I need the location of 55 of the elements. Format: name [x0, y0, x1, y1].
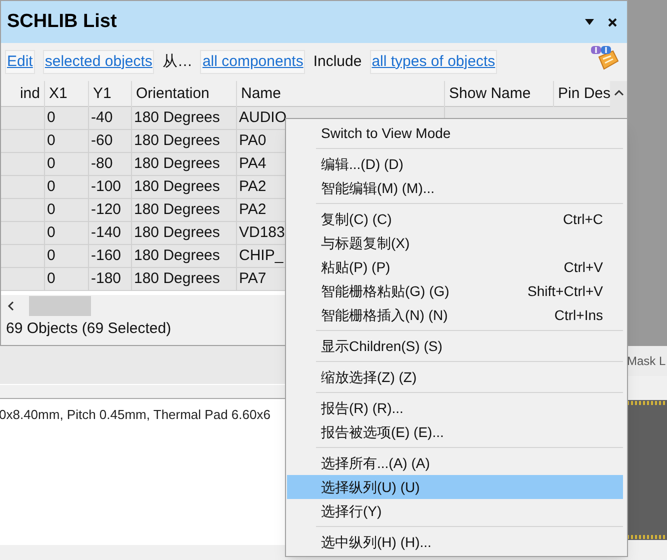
table-cell-text: VD183	[239, 222, 285, 243]
table-cell-text: CHIP_	[239, 246, 284, 266]
menu-item-label: 报告(R) (R)...	[321, 398, 404, 418]
menu-item-label: 选中纵列(H) (H)...	[321, 532, 432, 552]
table-cell-text: -180	[91, 268, 122, 289]
filter-label: Include	[313, 52, 362, 72]
menu-item-label: 智能栅格插入(N) (N)	[321, 306, 448, 325]
table-cell-text: 180 Degrees	[134, 268, 220, 289]
menu-item-label: 粘贴(P) (P)	[321, 258, 390, 277]
shortcut-text: Ctrl+Ins	[554, 306, 603, 324]
table-cell-text: 180 Degrees	[134, 222, 220, 243]
table-cell-text: -140	[91, 222, 122, 243]
table-cell-text: PA0	[239, 130, 266, 151]
table-cell-text: 180 Degrees	[134, 200, 220, 220]
menu-item-label: 报告被选项(E) (E)...	[321, 422, 444, 442]
table-cell-text: -160	[91, 246, 122, 266]
table-cell-text: PA4	[239, 154, 266, 174]
table-cell-text: -100	[91, 176, 122, 197]
menu-item-label: 智能栅格粘贴(G) (G)	[321, 282, 450, 301]
table-cell-text: 180 Degrees	[134, 108, 220, 128]
table-cell-text: 0	[47, 222, 56, 243]
table-cell-text: 0	[47, 154, 56, 174]
table-cell-text: -60	[91, 130, 113, 151]
shortcut-text: Shift+Ctrl+V	[528, 282, 603, 300]
menu-item-label: 缩放选择(Z) (Z)	[321, 368, 417, 387]
menu-item-label: 智能编辑(M) (M)...	[321, 178, 435, 198]
table-cell-text: 0	[47, 176, 56, 197]
menu-item-label: 选择纵列(U) (U)	[321, 478, 420, 497]
menu-item-label: 显示Children(S) (S)	[321, 336, 442, 356]
table-cell-text: 0	[47, 130, 56, 151]
menu-item-label: 复制(C) (C)	[321, 210, 392, 229]
menu-item-label: 与标题复制(X)	[321, 234, 410, 253]
panel-title: SCHLIB List	[7, 10, 117, 34]
status-bar-text: 69 Objects (69 Selected)	[6, 318, 172, 339]
table-cell-text: -40	[91, 108, 113, 128]
table-cell-text: 0	[47, 108, 56, 128]
table-cell-text: PA7	[239, 268, 266, 289]
menu-item-label: 选择所有...(A) (A)	[321, 454, 430, 473]
menu-item-label: 编辑...(D) (D)	[321, 154, 404, 174]
table-cell-text: 180 Degrees	[134, 154, 220, 174]
shortcut-text: Ctrl+V	[564, 258, 603, 276]
table-cell-text: -80	[91, 154, 113, 174]
table-cell-text: 180 Degrees	[134, 246, 220, 266]
table-cell-text: 0	[47, 246, 56, 266]
table-cell-text: 180 Degrees	[134, 176, 220, 197]
table-cell-text: 0	[47, 268, 56, 289]
table-cell-text: -120	[91, 200, 122, 220]
table-cell-text: 0	[47, 200, 56, 220]
menu-item-label: 选择行(Y)	[321, 502, 382, 521]
filter-label: 从…	[162, 52, 192, 72]
table-cell-text: PA2	[239, 176, 266, 197]
shortcut-text: Ctrl+C	[562, 210, 603, 228]
table-cell-text: AUDIO	[239, 108, 287, 128]
table-cell-text: PA2	[239, 200, 266, 220]
table-cell-text: 180 Degrees	[134, 130, 220, 151]
